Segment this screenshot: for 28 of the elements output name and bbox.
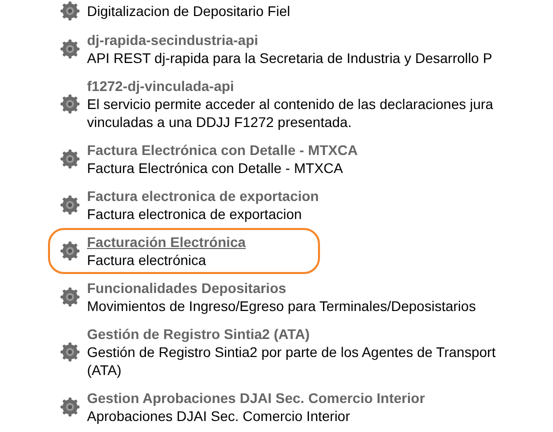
gear-icon <box>60 287 80 307</box>
service-link[interactable]: Facturación Electrónica <box>87 233 246 251</box>
service-link[interactable]: Gestión de Registro Sintia2 (ATA) <box>87 325 496 343</box>
service-description: Aprobaciones DJAI Sec. Comercio Interior <box>87 407 351 425</box>
service-link[interactable]: dj-rapida-secindustria-api <box>87 31 492 49</box>
service-link[interactable]: f1272-dj-vinculada-api <box>87 77 494 95</box>
gear-icon <box>60 342 80 362</box>
service-description: Gestión de Registro Sintia2 por parte de los Agentes de Transport <box>87 343 496 361</box>
gear-icon <box>60 241 80 261</box>
service-description: Factura Electrónica con Detalle - MTXCA <box>87 159 344 177</box>
service-link[interactable]: Funcionalidades Depositarios <box>87 279 476 297</box>
service-description: API REST dj-rapida para la Secretaria de Industria y Desarrollo P <box>87 49 492 67</box>
service-link[interactable]: Factura electronica de exportacion <box>87 187 319 205</box>
gear-icon <box>60 39 80 59</box>
service-description: El servicio permite acceder al contenido de las declaraciones jura <box>87 95 494 113</box>
service-description: vinculadas a una DDJJ F1272 presentada. <box>87 113 353 131</box>
service-link[interactable]: Gestion Aprobaciones DJAI Sec. Comercio Interior <box>87 389 425 407</box>
gear-icon <box>60 94 80 114</box>
service-description: Digitalizacion de Depositario Fiel <box>87 2 290 20</box>
gear-icon <box>60 195 80 215</box>
service-description: Movimientos de Ingreso/Egreso para Terminales/Deposistarios <box>87 297 476 315</box>
service-link[interactable]: Factura Electrónica con Detalle - MTXCA <box>87 141 358 159</box>
gear-icon <box>60 149 80 169</box>
service-description: Factura electrónica <box>87 251 208 269</box>
gear-icon <box>60 1 80 21</box>
service-description: Factura electronica de exportacion <box>87 205 303 223</box>
service-description: (ATA) <box>87 361 122 379</box>
gear-icon <box>60 397 80 417</box>
